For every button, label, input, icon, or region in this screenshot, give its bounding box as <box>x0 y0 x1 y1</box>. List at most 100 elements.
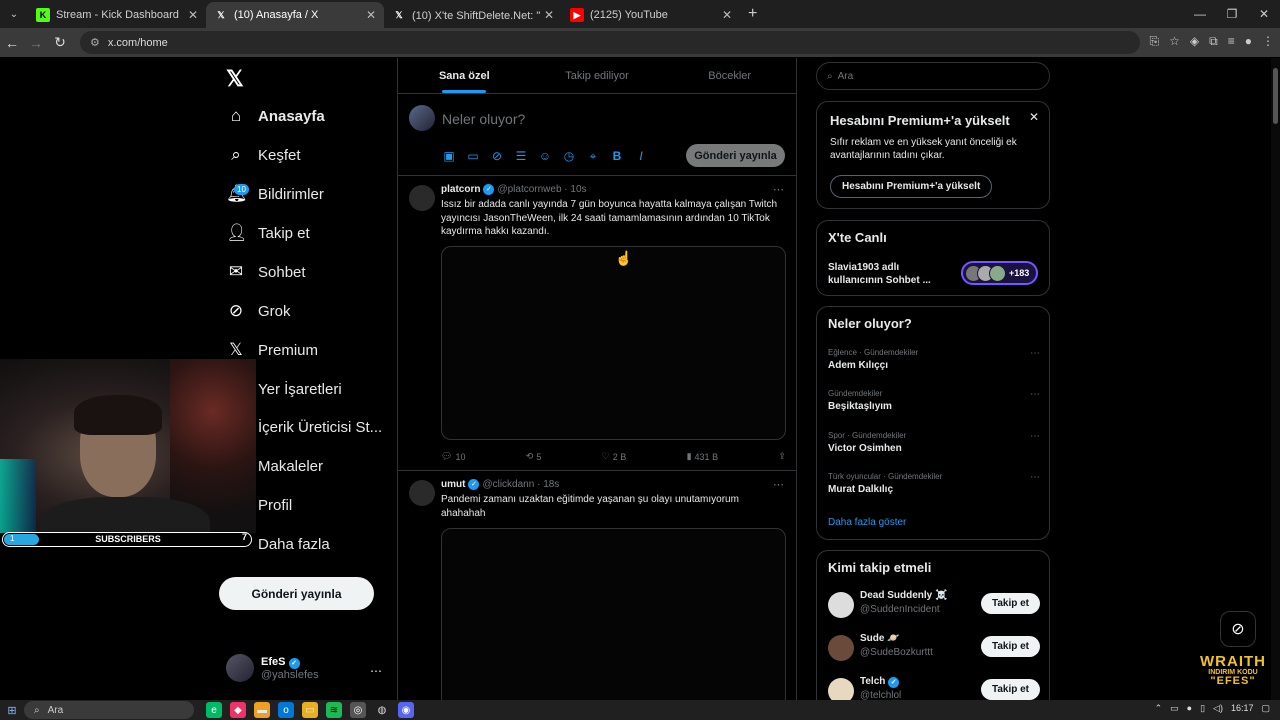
volume-icon[interactable]: ◁) <box>1213 703 1223 714</box>
tab-x-home[interactable]: 𝕏 (10) Anasayfa / X ✕ <box>206 2 384 28</box>
close-icon[interactable]: ✕ <box>366 8 376 22</box>
follow-suggestion[interactable]: Sude 🪐 @SudeBozkurttt Takip et <box>828 633 1040 663</box>
back-icon[interactable]: ← <box>0 35 24 51</box>
tweet[interactable]: platcorn ✓ @platcornweb · 10s ⋯ Issız bi… <box>398 177 796 471</box>
site-info-icon[interactable]: ⚙ <box>90 36 100 49</box>
live-space-pill[interactable]: +183 <box>961 261 1038 285</box>
close-icon[interactable]: ✕ <box>544 8 554 22</box>
forward-icon[interactable]: → <box>24 35 48 51</box>
reload-icon[interactable]: ↻ <box>48 34 72 51</box>
scrollbar-thumb[interactable] <box>1273 68 1278 124</box>
chrome-icon[interactable]: ◎ <box>350 702 366 718</box>
windows-start-icon[interactable]: ⊞ <box>0 704 24 717</box>
more-icon[interactable]: ⋯ <box>1030 389 1040 400</box>
tab-x-shiftdelete[interactable]: 𝕏 (10) X'te ShiftDelete.Net: "🔺 R ✕ <box>384 2 562 28</box>
tweet-time[interactable]: 18s <box>543 479 559 490</box>
obs-icon[interactable]: ◍ <box>374 702 390 718</box>
repost-button[interactable]: ⟲ 5 <box>526 451 542 462</box>
views-button[interactable]: ▮ 431 B <box>687 451 718 462</box>
tab-search-menu[interactable]: ⌄ <box>0 0 28 28</box>
trend-item[interactable]: Gündemdekiler Beşiktaşlıyım ⋯ <box>828 389 1040 412</box>
scrollbar[interactable] <box>1271 58 1280 700</box>
poll-icon[interactable]: ☰ <box>514 149 528 164</box>
share-icon[interactable]: ⇪ <box>778 451 786 462</box>
more-icon[interactable]: ⋯ <box>773 478 784 491</box>
location-icon[interactable]: ⌖ <box>586 149 600 164</box>
tab-bugs[interactable]: Böcekler <box>663 58 796 93</box>
notifications-icon[interactable]: ▢ <box>1261 703 1270 714</box>
italic-icon[interactable]: I <box>634 149 648 164</box>
tweet-author[interactable]: umut <box>441 479 465 490</box>
photos-icon[interactable]: ◆ <box>230 702 246 718</box>
clock-time[interactable]: 16:17 <box>1231 703 1254 714</box>
emoji-icon[interactable]: ☺ <box>538 149 552 164</box>
outlook-icon[interactable]: o <box>278 702 294 718</box>
network-icon[interactable]: ▭ <box>1170 703 1179 714</box>
nav-item-home[interactable]: ⌂ Anasayfa <box>226 101 325 131</box>
close-icon[interactable]: ✕ <box>1029 110 1039 124</box>
close-icon[interactable]: ✕ <box>188 8 198 22</box>
tweet-time[interactable]: 10s <box>570 184 586 195</box>
compose-input[interactable]: Neler oluyor? <box>442 111 525 127</box>
grok-icon[interactable]: ⊘ <box>490 149 504 164</box>
media-icon[interactable]: ≡ <box>1228 34 1235 49</box>
follow-suggestion[interactable]: Dead Suddenly ☠️ @SuddenIncident Takip e… <box>828 590 1040 620</box>
bold-icon[interactable]: B <box>610 149 624 164</box>
tweet-author[interactable]: platcorn <box>441 184 480 195</box>
follow-button[interactable]: Takip et <box>981 636 1040 657</box>
discord-icon[interactable]: ◉ <box>398 702 414 718</box>
more-icon[interactable]: ⋯ <box>773 183 784 196</box>
install-app-icon[interactable]: ⎘ <box>1150 34 1160 49</box>
battery-icon[interactable]: ▯ <box>1200 703 1205 714</box>
menu-icon[interactable]: ⋮ <box>1262 34 1274 49</box>
follow-button[interactable]: Takip et <box>981 679 1040 700</box>
search-input[interactable]: ⌕ Ara <box>816 62 1050 90</box>
nav-item-grok[interactable]: ⊘ Grok <box>226 296 291 326</box>
more-icon[interactable]: ⋯ <box>1030 431 1040 442</box>
tweet-media[interactable] <box>441 528 786 708</box>
gif-icon[interactable]: ▭ <box>466 149 480 164</box>
tab-kick[interactable]: K Stream - Kick Dashboard ✕ <box>28 2 206 28</box>
trend-item[interactable]: Türk oyuncular · Gündemdekiler Murat Dal… <box>828 472 1040 495</box>
nav-item-notifications[interactable]: 🔔︎10 Bildirimler <box>226 179 324 209</box>
nav-item-messages[interactable]: ✉ Sohbet <box>226 257 306 287</box>
new-tab-button[interactable]: + <box>748 5 757 23</box>
spotify-icon[interactable]: ≋ <box>326 702 342 718</box>
schedule-icon[interactable]: ◷ <box>562 149 576 164</box>
image-icon[interactable]: ▣ <box>442 149 456 164</box>
compose-post-button[interactable]: Gönderi yayınla <box>686 144 785 167</box>
mic-icon[interactable]: ● <box>1187 703 1192 714</box>
live-space-text[interactable]: Slavia1903 adlı kullanıcının Sohbet ... <box>828 261 948 287</box>
edge-icon[interactable]: e <box>206 702 222 718</box>
avatar[interactable] <box>409 185 435 211</box>
file-explorer-icon[interactable]: ▬ <box>254 702 270 718</box>
like-button[interactable]: ♡ 2 B <box>602 451 627 462</box>
account-switcher[interactable]: EfeS ✓ @yahslefes <box>226 654 319 682</box>
extensions-puzzle-icon[interactable]: ⧉ <box>1209 34 1218 49</box>
premium-upgrade-button[interactable]: Hesabını Premium+'a yükselt <box>830 175 993 198</box>
folder-icon[interactable]: ▭ <box>302 702 318 718</box>
extension-icon[interactable]: ◈ <box>1190 34 1199 49</box>
follow-button[interactable]: Takip et <box>981 593 1040 614</box>
trend-item[interactable]: Eğlence · Gündemdekiler Adem Kılıççı ⋯ <box>828 348 1040 371</box>
tweet-media[interactable] <box>441 246 786 440</box>
url-bar[interactable]: ⚙ x.com/home <box>80 31 1140 54</box>
avatar[interactable] <box>409 480 435 506</box>
tab-for-you[interactable]: Sana özel <box>398 58 531 93</box>
nav-item-explore[interactable]: ⌕ Keşfet <box>226 140 300 170</box>
close-window-icon[interactable]: ✕ <box>1248 0 1280 28</box>
taskbar-search[interactable]: ⌕ Ara <box>24 701 194 719</box>
reply-button[interactable]: 💬︎ 10 <box>441 451 465 462</box>
bookmark-star-icon[interactable]: ☆ <box>1169 34 1180 49</box>
x-logo-icon[interactable]: 𝕏 <box>226 66 244 92</box>
nav-item-follow[interactable]: 👤︎ Takip et <box>226 218 310 248</box>
tweet[interactable]: umut ✓ @clickdann · 18s ⋯ Pandemi zamanı… <box>398 472 796 708</box>
post-button[interactable]: Gönderi yayınla <box>219 577 374 610</box>
more-icon[interactable]: ⋯ <box>1030 348 1040 359</box>
tab-following[interactable]: Takip ediliyor <box>531 58 664 93</box>
restore-icon[interactable]: ❐ <box>1216 0 1248 28</box>
chevron-up-icon[interactable]: ⌃ <box>1155 703 1163 714</box>
minimize-icon[interactable]: — <box>1184 0 1216 28</box>
trend-item[interactable]: Spor · Gündemdekiler Victor Osimhen ⋯ <box>828 431 1040 454</box>
more-icon[interactable]: ⋯ <box>370 664 382 678</box>
